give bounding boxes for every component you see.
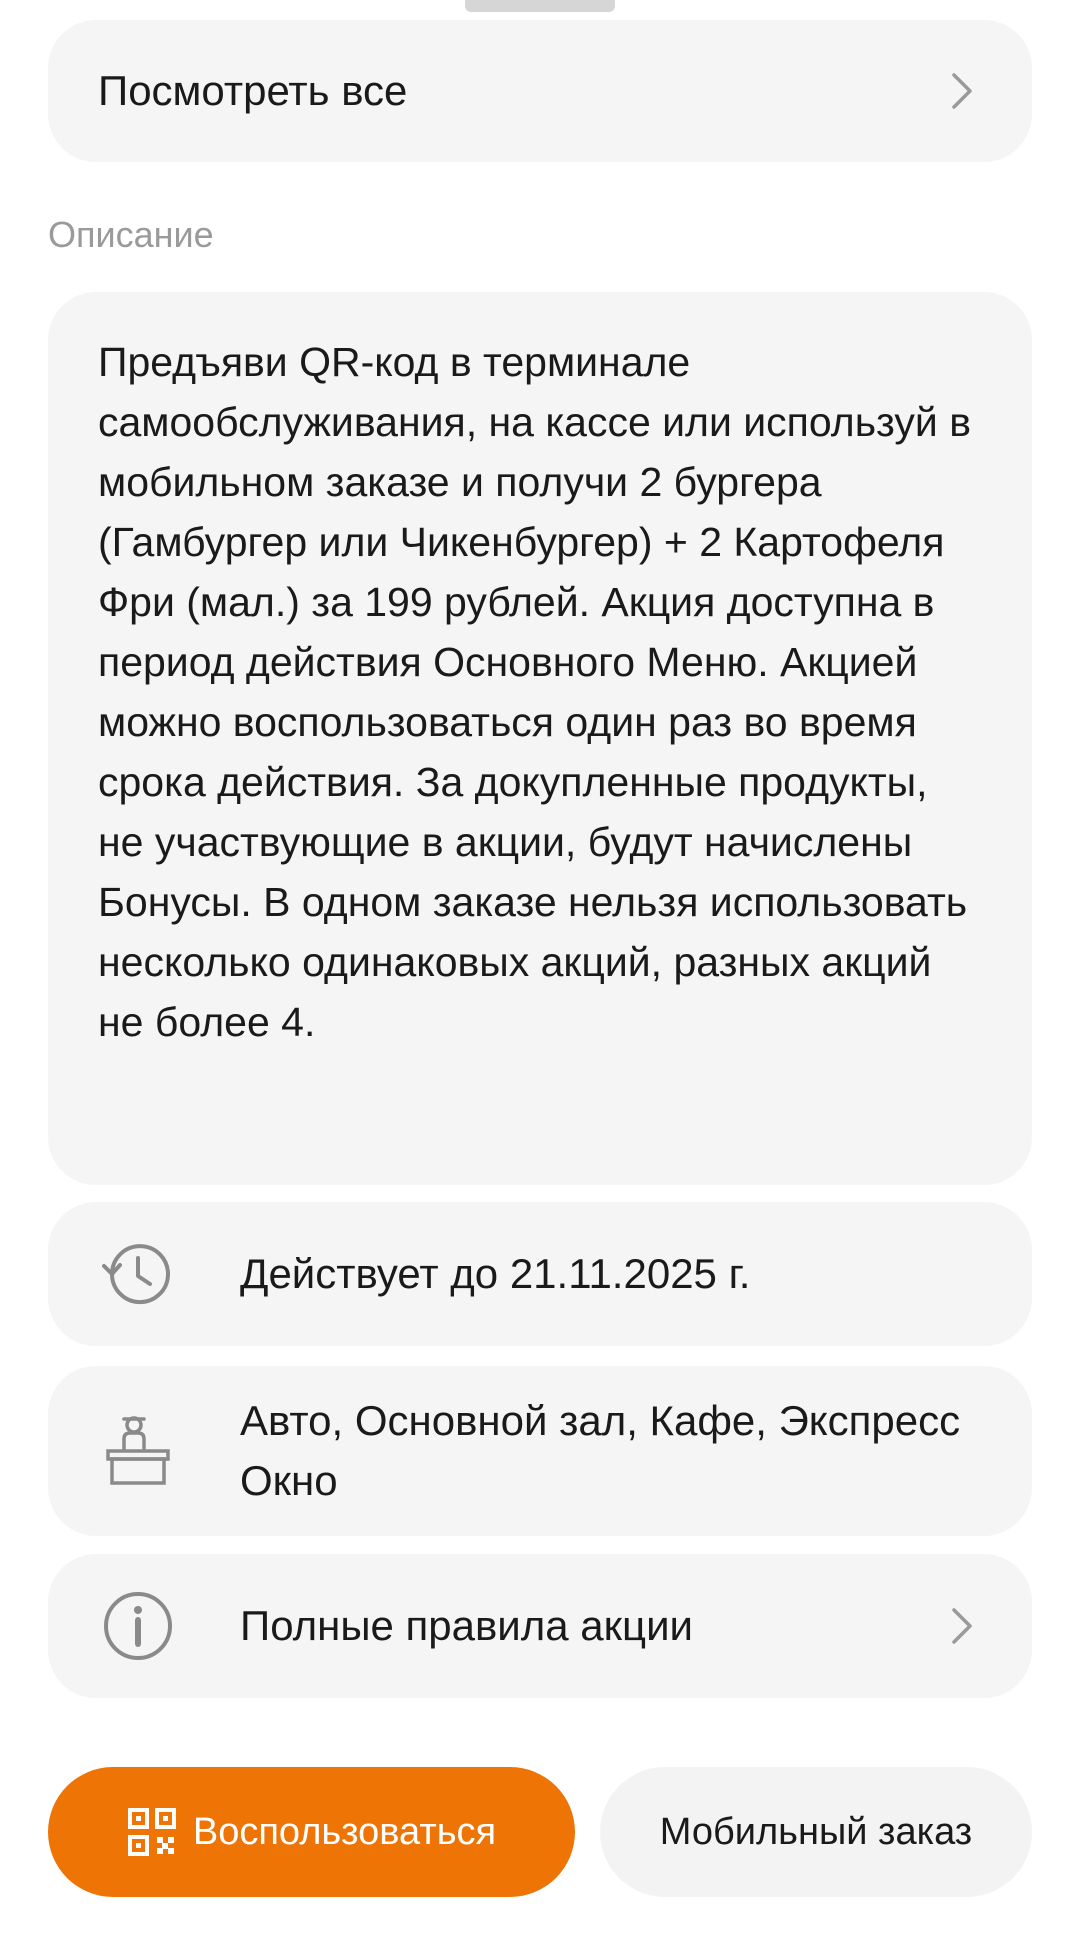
places-text: Авто, Основной зал, Кафе, Экспресс Окно	[240, 1397, 961, 1504]
see-all-label: Посмотреть все	[98, 67, 408, 114]
chevron-right-icon	[942, 71, 982, 111]
use-offer-button[interactable]: Воспользоваться	[48, 1767, 575, 1897]
validity-row: Действует до 21.11.2025 г.	[48, 1202, 1032, 1346]
chevron-right-icon	[942, 1606, 982, 1646]
see-all-row[interactable]: Посмотреть все	[48, 20, 1032, 162]
cashier-counter-icon	[98, 1411, 178, 1491]
validity-text: Действует до 21.11.2025 г.	[240, 1250, 751, 1297]
mobile-order-label: Мобильный заказ	[659, 1810, 973, 1853]
sheet-grabber[interactable]	[465, 0, 615, 12]
info-icon	[98, 1586, 178, 1666]
full-rules-row[interactable]: Полные правила акции	[48, 1554, 1032, 1698]
full-rules-label: Полные правила акции	[240, 1602, 694, 1649]
history-clock-icon	[98, 1234, 178, 1314]
description-heading: Описание	[48, 214, 214, 255]
places-row: Авто, Основной зал, Кафе, Экспресс Окно	[48, 1366, 1032, 1536]
description-text: Предъяви QR-код в терминале самообслужив…	[98, 339, 971, 1045]
description-card: Предъяви QR-код в терминале самообслужив…	[48, 292, 1032, 1185]
qr-code-icon	[127, 1807, 177, 1857]
use-offer-label: Воспользоваться	[192, 1810, 497, 1853]
mobile-order-button[interactable]: Мобильный заказ	[600, 1767, 1032, 1897]
